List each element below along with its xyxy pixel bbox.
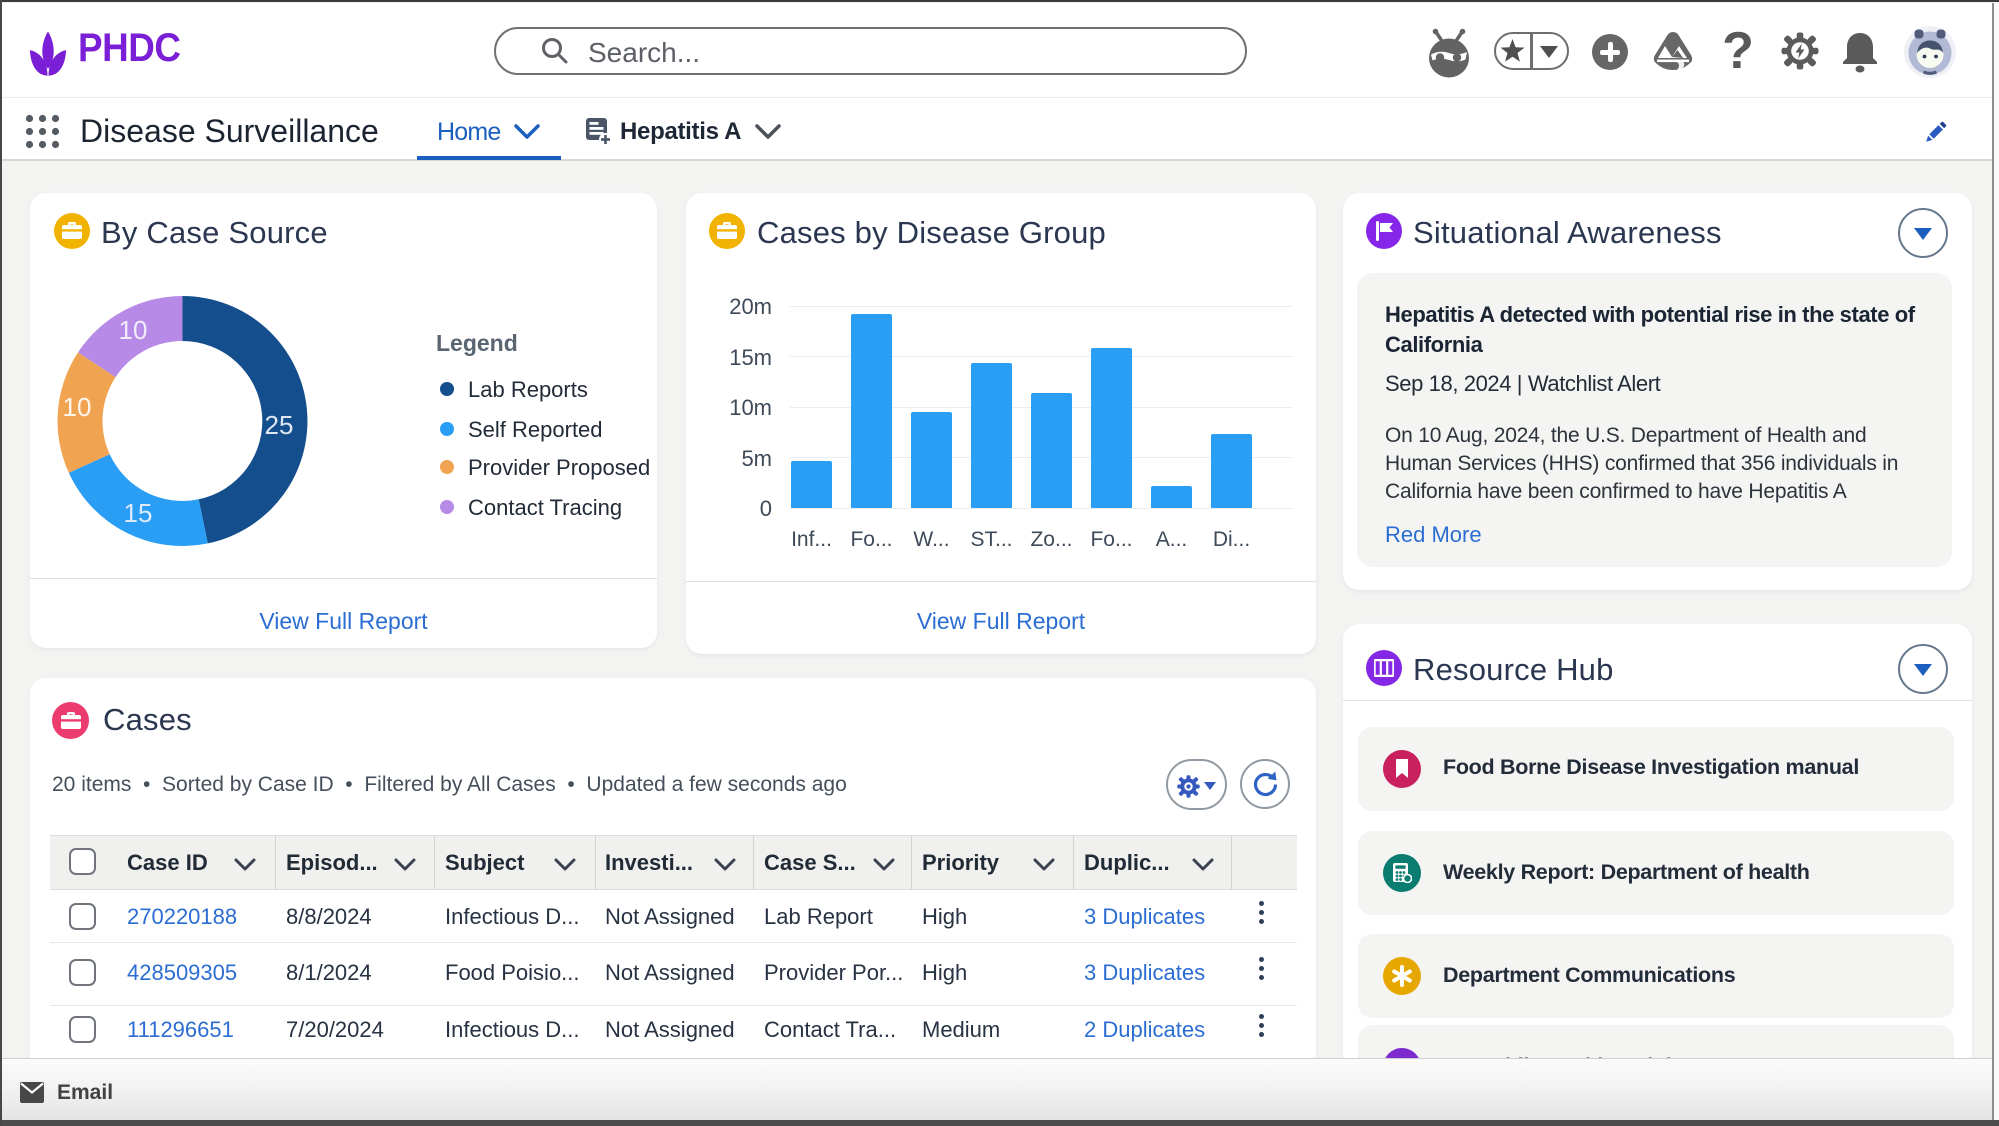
svg-text:25: 25: [265, 410, 294, 440]
svg-text:15: 15: [124, 498, 153, 528]
svg-text:10: 10: [63, 392, 92, 422]
svg-text:10: 10: [119, 315, 148, 345]
